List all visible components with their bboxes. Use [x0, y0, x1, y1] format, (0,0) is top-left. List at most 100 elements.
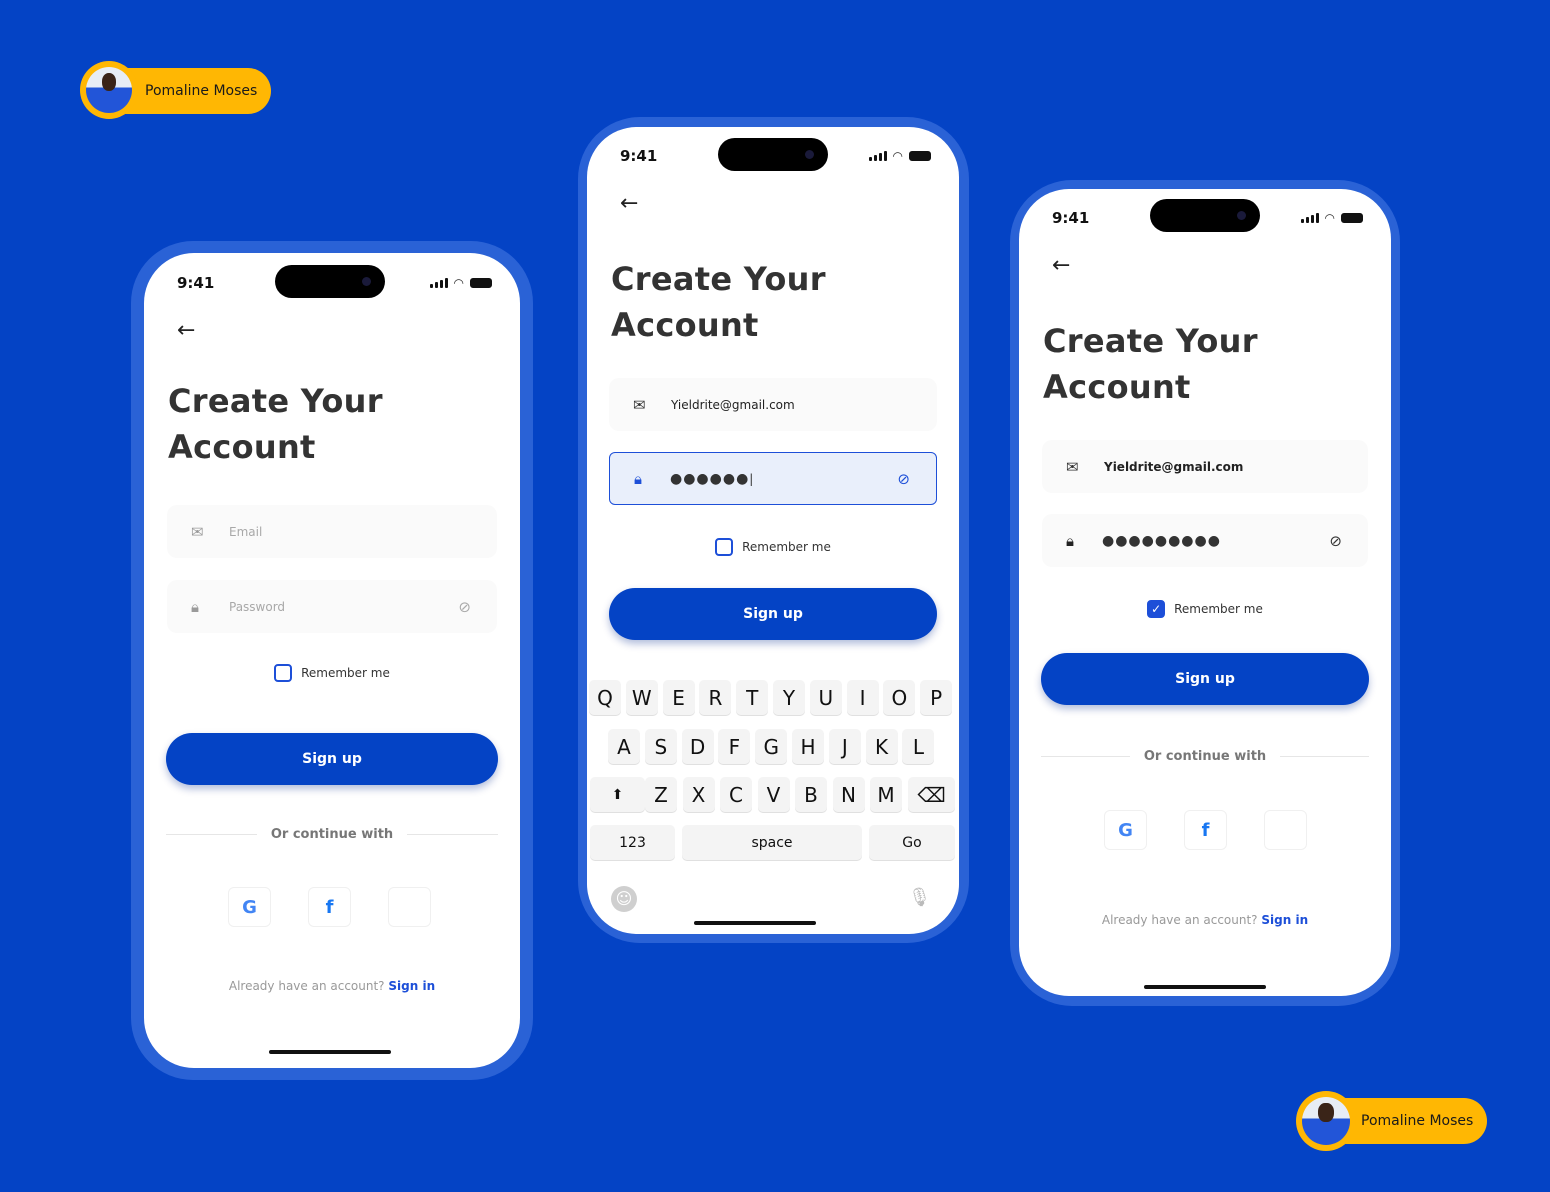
- back-arrow-icon[interactable]: ←: [177, 318, 195, 343]
- key-c[interactable]: C: [720, 777, 752, 812]
- remember-me[interactable]: ✓ Remember me: [1019, 600, 1391, 618]
- checkbox[interactable]: [715, 538, 734, 556]
- google-icon[interactable]: G: [228, 887, 271, 927]
- microphone-icon[interactable]: 🎙︎: [908, 887, 931, 908]
- remember-label: Remember me: [301, 666, 390, 680]
- remember-me[interactable]: Remember me: [587, 538, 959, 556]
- or-continue-label: Or continue with: [270, 827, 394, 842]
- user-name: Pomaline Moses: [145, 83, 258, 99]
- key-s[interactable]: S: [644, 729, 677, 764]
- mail-icon: ✉: [633, 395, 646, 414]
- password-input[interactable]: 🔒︎ ●●●●●● | ⊘: [609, 452, 937, 505]
- key-e[interactable]: E: [662, 680, 695, 715]
- key-v[interactable]: V: [757, 777, 790, 812]
- phone-empty: 9:41 ◠ ← Create Your Account ✉ Email 🔒︎ Pas…: [131, 241, 533, 1080]
- apple-icon[interactable]: [388, 887, 431, 927]
- email-value: Yieldrite@gmail.com: [671, 397, 795, 412]
- wifi-icon: ◠: [892, 149, 903, 163]
- apple-icon[interactable]: [1264, 810, 1307, 850]
- password-placeholder: Password: [229, 599, 286, 614]
- key-x[interactable]: X: [682, 777, 715, 812]
- wifi-icon: ◠: [1324, 211, 1335, 225]
- key-z[interactable]: Z: [645, 777, 677, 812]
- key-w[interactable]: W: [625, 680, 658, 715]
- email-placeholder: Email: [229, 524, 263, 539]
- page-title: Create Your Account: [1043, 322, 1258, 406]
- user-name: Pomaline Moses: [1361, 1113, 1474, 1129]
- signal-icon: [429, 278, 448, 288]
- eye-off-icon[interactable]: ⊘: [1329, 532, 1342, 550]
- key-p[interactable]: P: [920, 680, 953, 715]
- key-a[interactable]: A: [608, 729, 640, 764]
- key-r[interactable]: R: [699, 680, 732, 715]
- email-input[interactable]: ✉ Email: [167, 505, 497, 558]
- battery-icon: [1341, 213, 1363, 223]
- lock-icon: 🔒︎: [634, 469, 642, 488]
- back-arrow-icon[interactable]: ←: [1052, 253, 1070, 278]
- backspace-key[interactable]: ⌫: [908, 777, 955, 812]
- key-i[interactable]: I: [846, 680, 879, 715]
- status-time: 9:41: [620, 147, 658, 165]
- eye-off-icon[interactable]: ⊘: [458, 598, 471, 616]
- email-input[interactable]: ✉ Yieldrite@gmail.com: [1042, 440, 1368, 493]
- key-d[interactable]: D: [681, 729, 714, 764]
- numbers-key[interactable]: 123: [590, 825, 675, 860]
- sign-up-button[interactable]: Sign up: [609, 588, 937, 640]
- key-g[interactable]: G: [755, 729, 788, 764]
- signal-icon: [868, 151, 887, 161]
- status-time: 9:41: [177, 274, 215, 292]
- checkbox[interactable]: [274, 664, 293, 682]
- back-arrow-icon[interactable]: ←: [620, 191, 638, 216]
- key-k[interactable]: K: [865, 729, 898, 764]
- checkbox-checked[interactable]: ✓: [1147, 600, 1166, 618]
- key-m[interactable]: M: [870, 777, 902, 812]
- sign-up-button[interactable]: Sign up: [166, 733, 498, 785]
- avatar: [80, 61, 138, 119]
- key-l[interactable]: L: [902, 729, 935, 764]
- key-y[interactable]: Y: [773, 680, 805, 715]
- sign-up-button[interactable]: Sign up: [1041, 653, 1369, 705]
- status-time: 9:41: [1052, 209, 1090, 227]
- password-value: ●●●●●●●●●: [1102, 532, 1221, 549]
- page-title: Create Your Account: [611, 260, 826, 344]
- key-o[interactable]: O: [883, 680, 916, 715]
- key-n[interactable]: N: [832, 777, 865, 812]
- go-key[interactable]: Go: [869, 825, 955, 860]
- dynamic-island: [275, 265, 385, 298]
- lock-icon: 🔒︎: [1066, 531, 1074, 550]
- key-f[interactable]: F: [718, 729, 751, 764]
- or-continue-divider: Or continue with: [166, 827, 498, 842]
- facebook-icon[interactable]: f: [308, 887, 351, 927]
- lock-icon: 🔒︎: [191, 597, 199, 616]
- remember-label: Remember me: [1174, 602, 1263, 616]
- sign-in-link[interactable]: Sign in: [388, 979, 435, 993]
- key-h[interactable]: H: [792, 729, 824, 764]
- key-b[interactable]: B: [795, 777, 827, 812]
- remember-me[interactable]: Remember me: [144, 664, 520, 682]
- google-icon[interactable]: G: [1104, 810, 1147, 850]
- sign-in-prompt: Already have an account? Sign in: [228, 979, 436, 993]
- key-q[interactable]: Q: [589, 680, 621, 715]
- space-key[interactable]: space: [682, 825, 862, 860]
- email-input[interactable]: ✉ Yieldrite@gmail.com: [609, 378, 937, 431]
- sign-in-link[interactable]: Sign in: [1261, 913, 1308, 927]
- wifi-icon: ◠: [453, 276, 464, 290]
- eye-off-icon[interactable]: ⊘: [897, 470, 910, 488]
- password-input[interactable]: 🔒︎ ●●●●●●●●● ⊘: [1042, 514, 1368, 567]
- home-indicator: [1144, 985, 1266, 989]
- phone-typing: 9:41 ◠ ← Create Your Account ✉ Yieldrite@g…: [578, 117, 969, 943]
- home-indicator: [269, 1050, 391, 1054]
- mail-icon: ✉: [191, 522, 204, 541]
- password-input[interactable]: 🔒︎ Password ⊘: [167, 580, 497, 633]
- key-u[interactable]: U: [809, 680, 842, 715]
- key-t[interactable]: T: [736, 680, 769, 715]
- emoji-icon[interactable]: ☺: [611, 886, 637, 912]
- or-continue-divider: Or continue with: [1041, 749, 1369, 764]
- avatar: [1296, 1091, 1356, 1151]
- status-icons: ◠: [1300, 211, 1363, 225]
- phone-filled: 9:41 ◠ ← Create Your Account ✉ Yieldrite@g…: [1010, 180, 1400, 1006]
- shift-key[interactable]: ⬆: [590, 777, 645, 812]
- key-j[interactable]: J: [828, 729, 861, 764]
- facebook-icon[interactable]: f: [1184, 810, 1227, 850]
- or-continue-label: Or continue with: [1143, 749, 1267, 764]
